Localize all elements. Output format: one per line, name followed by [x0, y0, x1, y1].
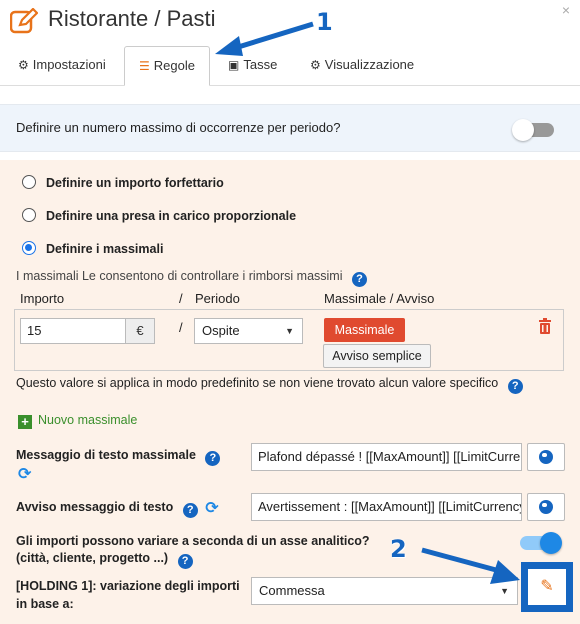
holding-label-line2: in base a:	[16, 597, 74, 611]
option-limits[interactable]: Definire i massimali	[22, 241, 163, 256]
max-occurrences-label: Definire un numero massimo di occorrenze…	[16, 120, 341, 135]
globe-icon	[539, 500, 553, 514]
annotation-marker-2: 2	[390, 535, 407, 563]
column-amount: Importo	[20, 291, 65, 306]
refresh-icon[interactable]: ⟳	[205, 498, 218, 518]
translate-button[interactable]	[527, 493, 565, 521]
pencil-icon: ✎	[540, 578, 554, 595]
column-period: Periodo	[195, 291, 240, 306]
option-flat-amount[interactable]: Definire un importo forfettario	[22, 175, 224, 190]
gear-icon: ⚙	[18, 58, 29, 72]
help-icon[interactable]: ?	[177, 554, 193, 569]
globe-icon	[539, 450, 553, 464]
tab-visualizzazione[interactable]: ⚙ Visualizzazione	[310, 46, 414, 86]
radio-icon[interactable]	[22, 175, 36, 189]
refresh-icon[interactable]: ⟳	[18, 464, 31, 484]
analytic-axis-examples-text: (città, cliente, progetto ...)	[16, 551, 169, 565]
edit-button[interactable]: ✎	[528, 569, 566, 605]
simple-warning-button[interactable]: Avviso semplice	[323, 344, 431, 368]
holding-label-line1: [HOLDING 1]: variazione degli importi	[16, 579, 240, 593]
period-select[interactable]: Ospite ▼	[194, 318, 303, 344]
limit-button[interactable]: Massimale	[324, 318, 405, 342]
tab-impostazioni[interactable]: ⚙ Impostazioni	[18, 46, 106, 86]
tab-label: Regole	[153, 58, 195, 73]
warning-message-label: Avviso messaggio di testo	[16, 500, 174, 514]
default-value-text: Questo valore si applica in modo predefi…	[16, 376, 499, 390]
trash-icon[interactable]	[538, 318, 552, 334]
add-limit-button[interactable]: + Nuovo massimale	[18, 413, 137, 429]
column-limit: Massimale / Avviso	[324, 291, 435, 306]
annotation-marker-1: 1	[316, 8, 333, 36]
sliders-icon: ☰	[139, 59, 150, 73]
analytic-axis-examples: (città, cliente, progetto ...) ?	[16, 551, 193, 569]
analytic-axis-question: Gli importi possono variare a seconda di…	[16, 534, 370, 548]
tab-label: Impostazioni	[32, 57, 106, 72]
limits-intro: I massimali Le consentono di controllare…	[16, 269, 367, 287]
option-label: Definire una presa in carico proporziona…	[46, 209, 297, 223]
edit-highlight: ✎	[521, 562, 573, 612]
max-occurrences-row: Definire un numero massimo di occorrenze…	[0, 104, 580, 152]
add-limit-label: Nuovo massimale	[38, 413, 138, 427]
window-title: Ristorante / Pasti	[48, 6, 216, 31]
option-proportional[interactable]: Definire una presa in carico proporziona…	[22, 208, 296, 223]
radio-icon[interactable]	[22, 241, 36, 255]
close-button[interactable]: ×	[562, 2, 570, 18]
limits-intro-text: I massimali Le consentono di controllare…	[16, 269, 343, 283]
warning-message-label-group: Avviso messaggio di testo ? ⟳	[16, 498, 219, 518]
edit-icon	[10, 8, 38, 34]
option-label: Definire un importo forfettario	[46, 176, 224, 190]
limit-message-label: Messaggio di testo massimale	[16, 448, 196, 462]
default-value-note: Questo valore si applica in modo predefi…	[16, 376, 523, 394]
annotation-arrow-1	[215, 21, 314, 56]
amount-input[interactable]: 15	[20, 318, 126, 344]
currency-addon: €	[125, 318, 155, 344]
help-icon[interactable]: ?	[182, 503, 198, 518]
row-separator: /	[179, 320, 183, 335]
help-icon[interactable]: ?	[352, 272, 367, 287]
limit-message-label-group: Messaggio di testo massimale ?	[16, 448, 221, 466]
help-icon[interactable]: ?	[205, 451, 221, 466]
warning-message-input[interactable]: Avertissement : [[MaxAmount]] [[LimitCur…	[251, 493, 522, 521]
translate-button[interactable]	[527, 443, 565, 471]
chevron-down-icon: ▼	[285, 326, 294, 336]
tab-regole[interactable]: ☰ Regole	[124, 46, 210, 86]
radio-icon[interactable]	[22, 208, 36, 222]
limit-message-input[interactable]: Plafond dépassé ! [[MaxAmount]] [[LimitC…	[251, 443, 522, 471]
annotation-arrow-2	[421, 547, 520, 584]
tab-label: Visualizzazione	[324, 57, 415, 72]
column-separator: /	[179, 291, 183, 306]
holding-select-value: Commessa	[259, 583, 325, 598]
period-select-value: Ospite	[202, 323, 240, 338]
help-icon[interactable]: ?	[507, 379, 523, 394]
option-label: Definire i massimali	[46, 242, 164, 256]
max-occurrences-toggle[interactable]	[512, 119, 554, 141]
plus-icon: +	[18, 415, 32, 429]
